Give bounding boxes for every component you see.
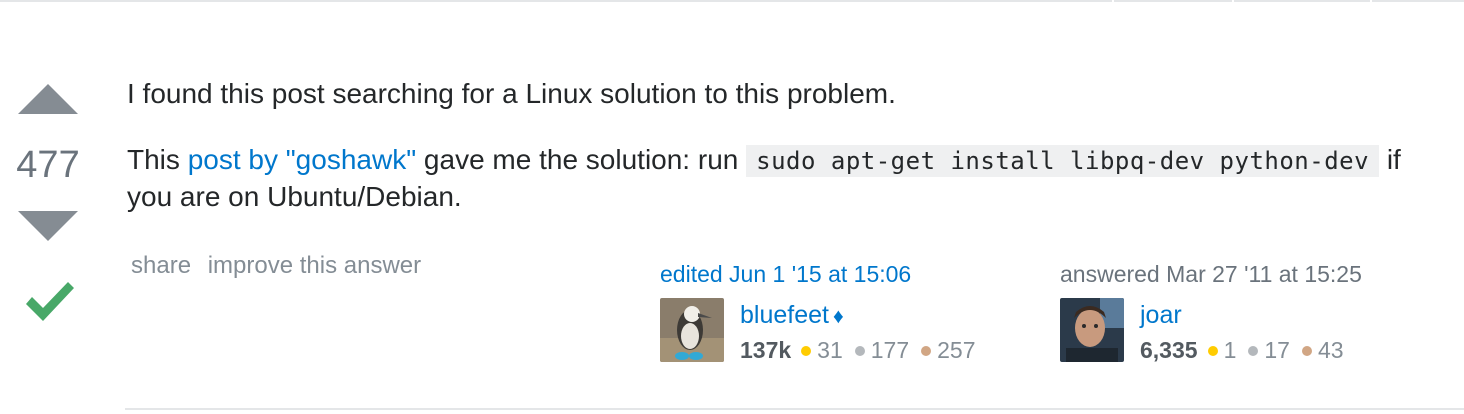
silver-badge: 177 bbox=[854, 337, 909, 363]
user-name: bluefeet ♦ bbox=[740, 301, 844, 330]
bronze-badge-icon bbox=[921, 346, 932, 356]
silver-badge-icon bbox=[854, 346, 865, 356]
answer-paragraph: I found this post searching for a Linux … bbox=[127, 78, 896, 109]
downvote-arrow-icon[interactable] bbox=[18, 211, 78, 241]
silver-badge: 17 bbox=[1248, 337, 1290, 363]
gold-badge: 31 bbox=[801, 337, 843, 363]
user-reputation: 6,335 1 17 43 bbox=[1140, 337, 1356, 364]
gold-badge: 1 bbox=[1207, 337, 1236, 363]
edited-timestamp-link[interactable]: edited Jun 1 '15 at 15:06 bbox=[660, 261, 1020, 291]
reputation-score: 137k bbox=[740, 337, 792, 363]
avatar[interactable] bbox=[1060, 298, 1124, 362]
share-link[interactable]: share bbox=[131, 252, 191, 279]
bronze-badge-icon bbox=[1301, 346, 1312, 356]
answered-timestamp-link[interactable]: answered Mar 27 '11 at 15:25 bbox=[1060, 261, 1440, 291]
upvote-arrow-icon[interactable] bbox=[18, 84, 78, 114]
install-command-code: sudo apt-get install libpq-dev python-de… bbox=[746, 145, 1380, 177]
moderator-diamond-icon: ♦ bbox=[832, 305, 844, 328]
post-menu: share improve this answer bbox=[131, 252, 431, 280]
user-reputation: 137k 31 177 257 bbox=[740, 337, 988, 364]
user-name: joar bbox=[1140, 301, 1182, 330]
improve-answer-link[interactable]: improve this answer bbox=[208, 252, 421, 279]
owner-profile-link[interactable]: joar bbox=[1140, 301, 1182, 329]
top-divider bbox=[0, 0, 1464, 2]
reputation-score: 6,335 bbox=[1140, 337, 1198, 363]
owner-signature: answered Mar 27 '11 at 15:25 joar 6,335 1… bbox=[1060, 261, 1440, 363]
editor-signature: edited Jun 1 '15 at 15:06 bluefeet ♦ 137k… bbox=[660, 261, 1020, 363]
goshawk-post-link[interactable]: post by "goshawk" bbox=[188, 144, 416, 175]
bronze-badge: 43 bbox=[1301, 337, 1344, 363]
bronze-badge: 257 bbox=[921, 337, 976, 363]
comment-divider bbox=[125, 408, 1464, 410]
avatar[interactable] bbox=[660, 298, 724, 362]
silver-badge-icon bbox=[1248, 346, 1259, 356]
editor-profile-link[interactable]: bluefeet bbox=[740, 301, 829, 329]
vote-cell: 477 bbox=[14, 80, 84, 340]
accepted-checkmark-icon bbox=[26, 282, 74, 321]
vote-count: 477 bbox=[16, 144, 80, 186]
gold-badge-icon bbox=[1207, 346, 1218, 356]
answer-paragraph: This post by "goshawk" gave me the solut… bbox=[127, 144, 1401, 212]
gold-badge-icon bbox=[801, 346, 812, 356]
